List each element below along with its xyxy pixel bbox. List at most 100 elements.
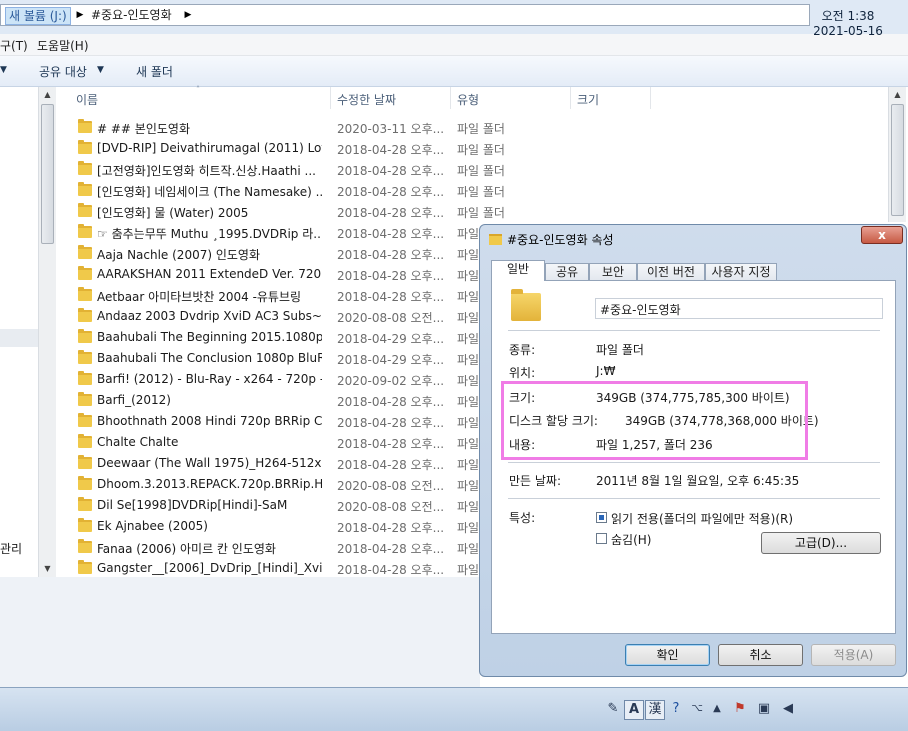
cancel-button[interactable]: 취소 xyxy=(718,644,803,666)
table-row[interactable]: AARAKSHAN 2011 ExtendeD Ver. 720... 2018-… xyxy=(76,264,516,285)
file-name[interactable]: [인도영화] 물 (Water) 2005 xyxy=(97,204,322,221)
tab-general[interactable]: 일반 xyxy=(491,260,545,281)
list-scroll-thumb[interactable] xyxy=(891,104,904,216)
table-row[interactable]: Deewaar (The Wall 1975)_H264-512x288 2018… xyxy=(76,453,516,474)
options-icon[interactable]: ⌥ xyxy=(688,700,706,718)
show-hidden-icons-icon[interactable]: ▲ xyxy=(708,700,726,718)
table-row[interactable]: Gangster__[2006]_DvDrip_[Hindi]_XviD_[..… xyxy=(76,558,516,579)
file-name[interactable]: ☞ 춤추는무뚜 Muthu ¸1995.DVDRip 라... xyxy=(97,225,322,242)
nav-selected-item[interactable] xyxy=(0,329,38,347)
close-button[interactable]: x xyxy=(861,226,903,244)
breadcrumb-folder[interactable]: #중요-인도영화 xyxy=(91,7,172,23)
table-row[interactable]: Aetbaar 아미타브밧찬 2004 -유튜브링 2018-04-28 오후..… xyxy=(76,285,516,306)
file-name[interactable]: Bhoothnath 2008 Hindi 720p BRRip Ch... xyxy=(97,414,322,428)
ok-button[interactable]: 확인 xyxy=(625,644,710,666)
file-name[interactable]: Dhoom.3.2013.REPACK.720p.BRRip.H2... xyxy=(97,477,322,491)
menu-help[interactable]: 도움말(H) xyxy=(37,37,89,54)
column-divider[interactable] xyxy=(570,87,571,109)
network-icon[interactable]: ▣ xyxy=(755,700,773,718)
clock-date[interactable]: 2021-05-16 xyxy=(808,24,888,38)
file-name[interactable]: Deewaar (The Wall 1975)_H264-512x288 xyxy=(97,456,322,470)
column-header-modified[interactable]: 수정한 날짜 xyxy=(337,91,396,108)
table-row[interactable]: Ek Ajnabee (2005)2018-04-28 오후...파일 폴더 xyxy=(76,516,516,537)
hidden-label[interactable]: 숨김(H) xyxy=(611,531,651,548)
file-name[interactable]: Dil Se[1998]DVDRip[Hindi]-SaM xyxy=(97,498,322,512)
file-type: 파일 폴더 xyxy=(457,185,505,199)
new-folder-button[interactable]: 새 폴더 xyxy=(136,63,173,80)
readonly-checkbox[interactable] xyxy=(596,512,607,523)
table-row[interactable]: [인도영화] 네임세이크 (The Namesake) ... 2018-04-2… xyxy=(76,180,516,201)
apply-button[interactable]: 적용(A) xyxy=(811,644,896,666)
advanced-button[interactable]: 고급(D)... xyxy=(761,532,881,554)
file-name[interactable]: Fanaa (2006) 아미르 칸 인도영화 xyxy=(97,540,322,557)
language-bar-icon[interactable]: ✎ xyxy=(604,700,622,718)
scroll-up-icon[interactable]: ▲ xyxy=(39,87,56,103)
file-name[interactable]: Chalte Chalte xyxy=(97,435,322,449)
file-name[interactable]: Aetbaar 아미타브밧찬 2004 -유튜브링 xyxy=(97,288,322,305)
share-with-button[interactable]: 공유 대상 xyxy=(39,63,87,80)
folder-name-input[interactable]: #중요-인도영화 xyxy=(595,298,883,319)
file-name[interactable]: [인도영화] 네임세이크 (The Namesake) ... xyxy=(97,183,322,200)
table-row[interactable]: [고전영화]인도영화 히트작.신상.Haathi ... 2018-04-28 오… xyxy=(76,159,516,180)
table-row[interactable]: Dil Se[1998]DVDRip[Hindi]-SaM 2020-08-08 … xyxy=(76,495,516,516)
organize-dropdown-icon[interactable]: ▼ xyxy=(0,65,7,75)
readonly-label[interactable]: 읽기 전용(폴더의 파일에만 적용)(R) xyxy=(611,510,793,527)
table-row[interactable]: Baahubali The Beginning 2015.1080p.Bl...… xyxy=(76,327,516,348)
help-icon[interactable]: ? xyxy=(667,700,685,718)
nav-scrollbar[interactable]: ▲ ▼ xyxy=(38,87,56,577)
column-divider[interactable] xyxy=(330,87,331,109)
breadcrumb-chevron-icon[interactable]: ▶ xyxy=(183,8,193,22)
tab-customize[interactable]: 사용자 지정 xyxy=(705,263,777,280)
tab-previous-versions[interactable]: 이전 버전 xyxy=(637,263,705,280)
column-header-size[interactable]: 크기 xyxy=(577,91,599,108)
table-row[interactable]: Bhoothnath 2008 Hindi 720p BRRip Ch... 20… xyxy=(76,411,516,432)
ime-mode-icon[interactable]: A xyxy=(624,700,644,720)
file-name[interactable]: Ek Ajnabee (2005) xyxy=(97,519,322,533)
breadcrumb-chevron-icon[interactable]: ▶ xyxy=(75,8,85,22)
table-row[interactable]: Baahubali The Conclusion 1080p BluRa... 2… xyxy=(76,348,516,369)
file-name[interactable]: [고전영화]인도영화 히트작.신상.Haathi ... xyxy=(97,162,322,179)
column-header-name[interactable]: 이름 xyxy=(76,91,98,108)
list-scrollbar[interactable]: ▲ xyxy=(888,87,906,222)
column-divider[interactable] xyxy=(450,87,451,109)
table-row[interactable]: Barfi_(2012)2018-04-28 오후...파일 폴더 xyxy=(76,390,516,411)
table-row[interactable]: [인도영화] 물 (Water) 2005 2018-04-28 오후... 파일 … xyxy=(76,201,516,222)
file-name[interactable]: AARAKSHAN 2011 ExtendeD Ver. 720... xyxy=(97,267,322,281)
table-row[interactable]: Fanaa (2006) 아미르 칸 인도영화 2018-04-28 오후... 파… xyxy=(76,537,516,558)
file-name[interactable]: Andaaz 2003 Dvdrip XviD AC3 Subs~al... xyxy=(97,309,322,323)
tab-security[interactable]: 보안 xyxy=(589,263,637,280)
file-name[interactable]: Gangster__[2006]_DvDrip_[Hindi]_XviD_[..… xyxy=(97,561,322,575)
hidden-checkbox[interactable] xyxy=(596,533,607,544)
file-name[interactable]: Baahubali The Beginning 2015.1080p.Bl... xyxy=(97,330,322,344)
file-name[interactable]: Barfi! (2012) - Blu-Ray - x264 - 720p - … xyxy=(97,372,322,386)
breadcrumb-drive[interactable]: 새 볼륨 (J:) xyxy=(5,7,71,25)
table-row[interactable]: Aaja Nachle (2007) 인도영화 2018-04-28 오후... 파… xyxy=(76,243,516,264)
nav-item-manage[interactable]: 관리 xyxy=(0,540,22,557)
column-divider[interactable] xyxy=(650,87,651,109)
table-row[interactable]: Barfi! (2012) - Blu-Ray - x264 - 720p - … xyxy=(76,369,516,390)
clock-time[interactable]: 오전 1:38 xyxy=(808,7,888,24)
file-name[interactable]: Aaja Nachle (2007) 인도영화 xyxy=(97,246,322,263)
file-name[interactable]: [DVD-RIP] Deivathirumagal (2011) Lotu... xyxy=(97,141,322,155)
table-row[interactable]: # ## 본인도영화 2020-03-11 오후... 파일 폴더 xyxy=(76,117,516,138)
column-header-type[interactable]: 유형 xyxy=(457,91,479,108)
table-row[interactable]: Dhoom.3.2013.REPACK.720p.BRRip.H2... 2020… xyxy=(76,474,516,495)
share-dropdown-icon[interactable]: ▼ xyxy=(97,65,104,75)
table-row[interactable]: Chalte Chalte2018-04-28 오후...파일 폴더 xyxy=(76,432,516,453)
nav-scroll-thumb[interactable] xyxy=(41,104,54,244)
menu-tools[interactable]: 구(T) xyxy=(0,37,28,54)
table-row[interactable]: ☞ 춤추는무뚜 Muthu ¸1995.DVDRip 라... 2018-04-2… xyxy=(76,222,516,243)
table-row[interactable]: Andaaz 2003 Dvdrip XviD AC3 Subs~al... 20… xyxy=(76,306,516,327)
scroll-down-icon[interactable]: ▼ xyxy=(39,561,56,577)
hanja-icon[interactable]: 漢 xyxy=(645,700,665,720)
file-name[interactable]: Baahubali The Conclusion 1080p BluRa... xyxy=(97,351,322,365)
file-name[interactable]: # ## 본인도영화 xyxy=(97,120,322,137)
action-center-icon[interactable]: ⚑ xyxy=(731,700,749,718)
table-row[interactable]: [DVD-RIP] Deivathirumagal (2011) Lotu...… xyxy=(76,138,516,159)
scroll-up-icon[interactable]: ▲ xyxy=(889,87,906,103)
tab-sharing[interactable]: 공유 xyxy=(545,263,589,280)
volume-icon[interactable]: ◀ xyxy=(779,700,797,718)
file-date: 2018-04-29 오후... xyxy=(337,353,445,367)
address-bar[interactable]: 새 볼륨 (J:) ▶ #중요-인도영화 ▶ xyxy=(0,4,810,26)
file-name[interactable]: Barfi_(2012) xyxy=(97,393,322,407)
